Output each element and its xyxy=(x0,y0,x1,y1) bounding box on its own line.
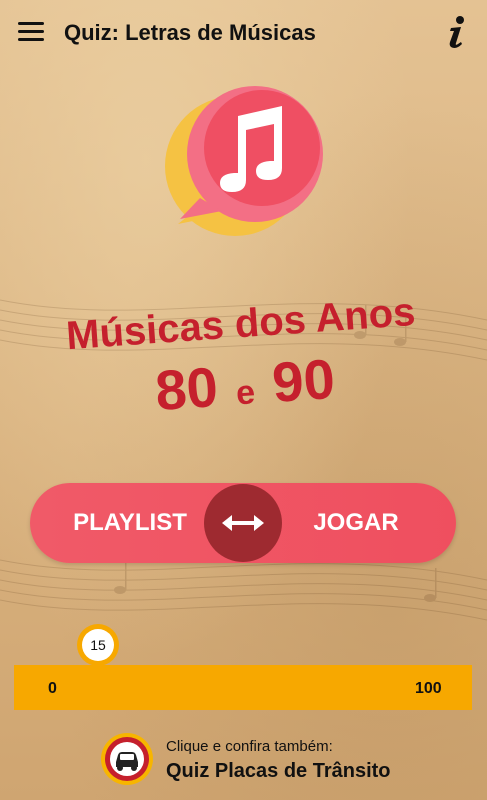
year-b: 90 xyxy=(270,346,337,414)
toggle-knob[interactable] xyxy=(204,484,282,562)
question-count-slider[interactable] xyxy=(14,665,472,710)
hamburger-menu-icon[interactable] xyxy=(14,18,48,46)
slider-min-label: 0 xyxy=(48,680,57,697)
promo-subtitle: Clique e confira também: xyxy=(166,738,333,755)
mode-toggle[interactable]: PLAYLIST JOGAR xyxy=(30,483,456,563)
app-title: Quiz: Letras de Músicas xyxy=(64,20,316,45)
music-note-chat-bubble-icon xyxy=(165,86,323,236)
play-button[interactable]: JOGAR xyxy=(256,483,456,563)
car-icon xyxy=(101,733,153,785)
menu-line xyxy=(18,38,44,41)
double-arrow-icon xyxy=(222,515,264,531)
promo-link[interactable]: Clique e confira também: Quiz Placas de … xyxy=(100,730,440,790)
slider-max-label: 100 xyxy=(415,680,442,697)
menu-line xyxy=(18,22,44,25)
promo-title: Quiz Placas de Trânsito xyxy=(166,760,391,782)
year-a: 80 xyxy=(153,354,220,423)
headline-conjunction: e xyxy=(234,373,257,413)
slider-value: 15 xyxy=(82,629,114,661)
app-bar: Quiz: Letras de Músicas xyxy=(0,0,487,64)
slider-thumb[interactable]: 15 xyxy=(77,624,119,666)
menu-line xyxy=(18,30,44,33)
info-icon[interactable] xyxy=(441,14,471,50)
playlist-button[interactable]: PLAYLIST xyxy=(30,483,230,563)
